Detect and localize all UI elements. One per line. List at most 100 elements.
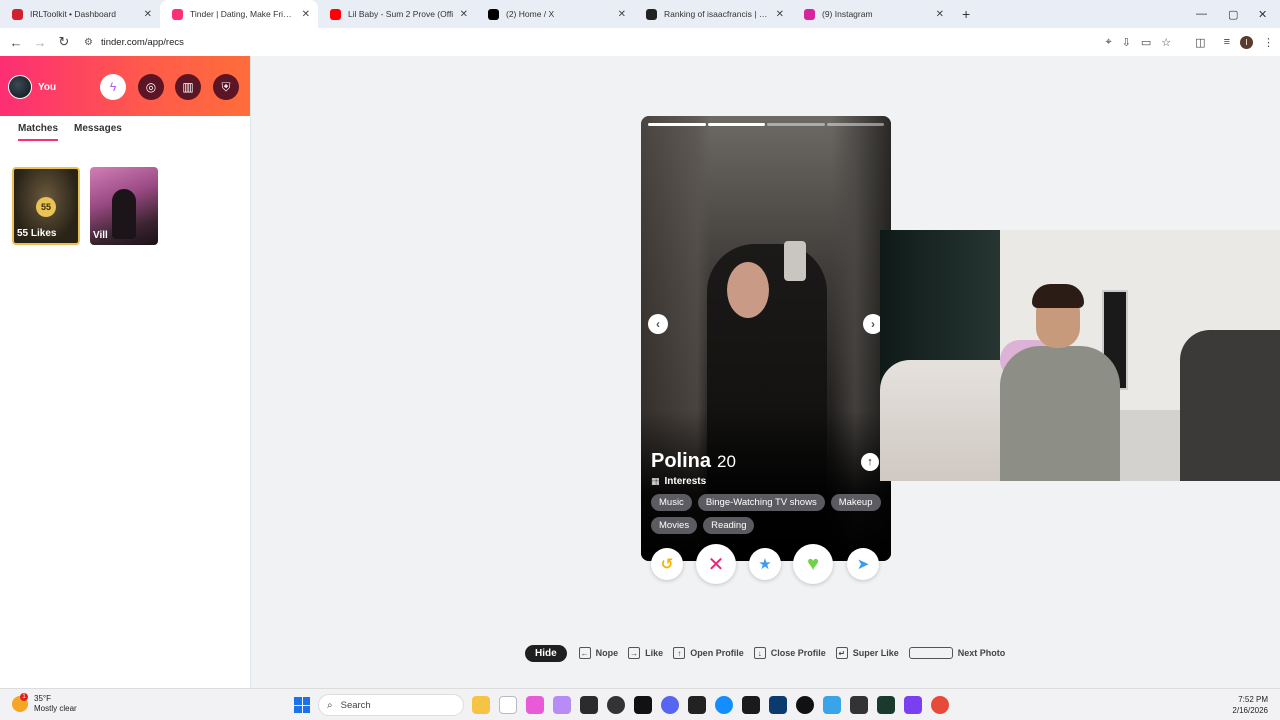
install-icon[interactable]: ⇩ bbox=[1122, 36, 1131, 49]
clock-time: 7:52 PM bbox=[1238, 695, 1268, 704]
interest-chip: Binge-Watching TV shows bbox=[697, 494, 825, 511]
location-icon[interactable]: ⌖ bbox=[1105, 36, 1111, 49]
browser-tab[interactable]: (2) Home / X ✕ bbox=[476, 0, 634, 28]
rewind-icon: ↺ bbox=[660, 556, 674, 573]
browser-tab[interactable]: Tinder | Dating, Make Friends & ✕ bbox=[160, 0, 318, 28]
bookmark-star-icon[interactable]: ☆ bbox=[1161, 36, 1171, 49]
g-hub-icon[interactable] bbox=[796, 696, 814, 714]
profile-avatar[interactable]: I bbox=[1240, 35, 1253, 49]
card-photo-face bbox=[727, 262, 769, 318]
key-hint-label: Super Like bbox=[852, 648, 899, 658]
copilot-icon[interactable] bbox=[553, 696, 571, 714]
close-tab-icon[interactable]: ✕ bbox=[302, 9, 310, 20]
youtube-icon bbox=[330, 8, 341, 20]
keyboard-hints: Hide ← Nope → Like ↑ Open Profile ↓ Close Profi… bbox=[525, 644, 1015, 662]
profile-name-row: Polina 20 bbox=[651, 450, 736, 473]
webcam-hair bbox=[1032, 284, 1084, 308]
close-tab-icon[interactable]: ✕ bbox=[144, 9, 152, 20]
url-field[interactable]: ⚙ tinder.com/app/recs bbox=[84, 37, 184, 48]
reload-icon[interactable]: ↻ bbox=[52, 34, 76, 50]
close-tab-icon[interactable]: ✕ bbox=[776, 9, 784, 20]
file-explorer-icon[interactable] bbox=[472, 696, 490, 714]
close-tab-icon[interactable]: ✕ bbox=[618, 9, 626, 20]
notification-dot: 1 bbox=[20, 693, 28, 701]
interest-chip: Music bbox=[651, 494, 692, 511]
super-like-button[interactable]: ★ bbox=[749, 548, 781, 580]
discord-icon[interactable] bbox=[661, 696, 679, 714]
key-hint: → Like bbox=[628, 647, 663, 659]
x-icon: ✕ bbox=[707, 553, 725, 576]
notepad-icon[interactable] bbox=[499, 696, 517, 714]
webcam-streamer bbox=[990, 284, 1130, 481]
snipping-tool-icon[interactable] bbox=[823, 696, 841, 714]
irltoolkit-icon bbox=[12, 8, 23, 20]
nope-button[interactable]: ✕ bbox=[696, 544, 736, 584]
rewind-button[interactable]: ↺ bbox=[651, 548, 683, 580]
send-icon: ➤ bbox=[856, 556, 870, 573]
browser-tab[interactable]: (9) Instagram ✕ bbox=[792, 0, 952, 28]
like-button[interactable]: ♥ bbox=[793, 544, 833, 584]
maximize-icon[interactable]: ▢ bbox=[1228, 0, 1238, 28]
close-tab-icon[interactable]: ✕ bbox=[460, 9, 468, 20]
likes-label: 55 Likes bbox=[17, 228, 57, 239]
webcam-couch bbox=[1180, 330, 1280, 481]
taskbar-search[interactable]: ⌕ Search bbox=[318, 694, 464, 716]
hide-hints-button[interactable]: Hide bbox=[525, 644, 567, 662]
windows-start-icon[interactable] bbox=[294, 697, 310, 713]
new-tab-plus-icon[interactable]: + bbox=[962, 6, 970, 22]
taskbar-clock[interactable]: 7:52 PM 2/16/2026 bbox=[1232, 694, 1268, 716]
match-card-vill[interactable]: Vill bbox=[90, 167, 158, 245]
grid-app-icon[interactable] bbox=[904, 696, 922, 714]
minimize-icon[interactable]: — bbox=[1196, 0, 1207, 28]
work-briefcase-icon[interactable]: ▥ bbox=[175, 74, 201, 100]
address-bar-actions: ⌖ ⇩ ▭ ☆ ◫ ≡ I ⋮ bbox=[1105, 28, 1274, 56]
boost-lightning-icon[interactable]: ϟ bbox=[100, 74, 126, 100]
card-icon[interactable]: ▭ bbox=[1141, 36, 1151, 49]
capcut-alt-icon[interactable] bbox=[688, 696, 706, 714]
profile-name: Polina bbox=[651, 450, 712, 472]
weather-sun-icon: 1 bbox=[12, 693, 28, 712]
interests-heading-label: Interests bbox=[664, 476, 707, 487]
tab-messages[interactable]: Messages bbox=[74, 123, 122, 141]
heart-icon: ♥ bbox=[807, 552, 819, 575]
boost-button[interactable]: ➤ bbox=[847, 548, 879, 580]
safety-shield-icon[interactable]: ⛨ bbox=[213, 74, 239, 100]
explore-compass-icon[interactable]: ◎ bbox=[138, 74, 164, 100]
chrome-alt-icon[interactable] bbox=[931, 696, 949, 714]
tab-matches[interactable]: Matches bbox=[18, 123, 59, 141]
likes-card[interactable]: 55 55 Likes bbox=[12, 167, 80, 245]
browser-tab[interactable]: IRLToolkit • Dashboard ✕ bbox=[0, 0, 160, 28]
profile-card[interactable]: ‹ › Polina 20 ↑ ▦ Interests Music Binge-… bbox=[641, 116, 891, 561]
user-avatar[interactable] bbox=[8, 75, 32, 99]
game-launcher-icon[interactable] bbox=[769, 696, 787, 714]
prev-photo-chevron-icon[interactable]: ‹ bbox=[648, 314, 668, 334]
open-profile-arrow-icon[interactable]: ↑ bbox=[861, 453, 879, 471]
interest-chips: Music Binge-Watching TV shows Makeup Mov… bbox=[651, 494, 883, 534]
browser-tab[interactable]: Ranking of isaacfrancis | BotRi ✕ bbox=[634, 0, 792, 28]
capcut-icon[interactable] bbox=[634, 696, 652, 714]
key-hint-label: Close Profile bbox=[770, 648, 826, 658]
interest-chip: Reading bbox=[703, 517, 755, 534]
media-controls-icon[interactable]: ≡ bbox=[1224, 36, 1230, 48]
back-arrow-icon[interactable]: ← bbox=[4, 35, 28, 50]
weather-widget[interactable]: 1 35°F Mostly clear bbox=[12, 693, 77, 714]
forward-arrow-icon[interactable]: → bbox=[28, 35, 52, 50]
itunes-icon[interactable] bbox=[526, 696, 544, 714]
taskbar-apps bbox=[472, 696, 949, 714]
close-window-icon[interactable]: ✕ bbox=[1258, 0, 1267, 28]
battlenet-icon[interactable] bbox=[715, 696, 733, 714]
call-of-duty-icon[interactable] bbox=[742, 696, 760, 714]
device-icon[interactable] bbox=[850, 696, 868, 714]
browser-menu-icon[interactable]: ⋮ bbox=[1263, 36, 1274, 49]
match-name: Vill bbox=[93, 230, 108, 241]
user-label[interactable]: You bbox=[38, 82, 56, 93]
chrome-icon[interactable] bbox=[607, 696, 625, 714]
close-tab-icon[interactable]: ✕ bbox=[936, 9, 944, 20]
terminal-icon[interactable] bbox=[877, 696, 895, 714]
clock-date: 2/16/2026 bbox=[1232, 706, 1268, 715]
browser-tab[interactable]: Lil Baby - Sum 2 Prove (Offi ✕ bbox=[318, 0, 476, 28]
site-settings-icon[interactable]: ⚙ bbox=[84, 37, 93, 48]
sidepanel-icon[interactable]: ◫ bbox=[1195, 36, 1205, 49]
epic-games-icon[interactable] bbox=[580, 696, 598, 714]
interests-grid-icon: ▦ bbox=[651, 476, 660, 486]
